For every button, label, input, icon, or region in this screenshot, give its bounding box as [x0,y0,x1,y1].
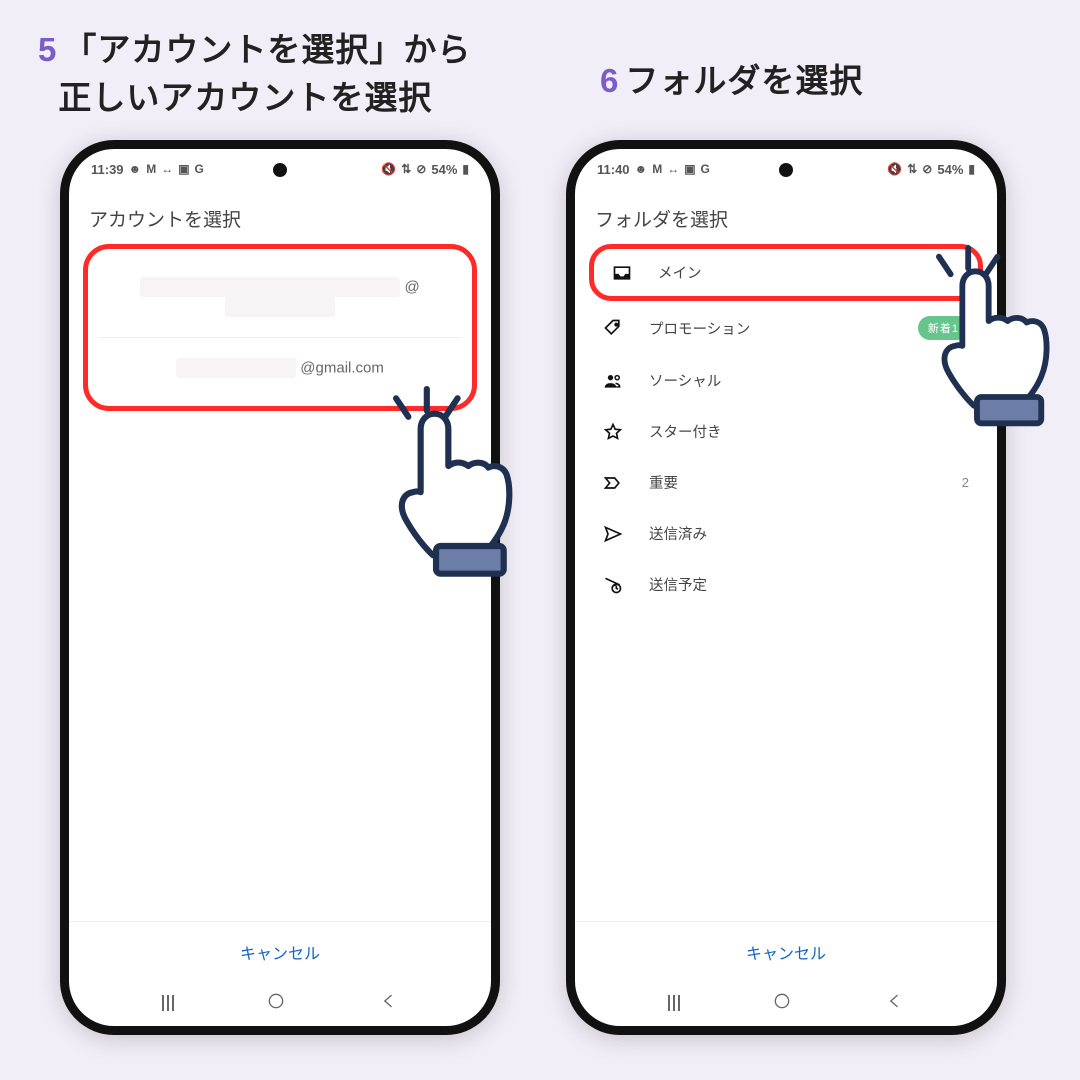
send-icon [603,524,625,544]
phone-frame-step5: 11:39 ☻ M ↔ ▣ G 🔇 ⇅ ⊘ 54% ▮ アカウントを選択 @ @… [60,140,500,1035]
folder-count: 2 [962,475,969,490]
inbox-icon [612,263,634,283]
phone-side-button [497,409,500,504]
account-row[interactable]: @ [98,257,462,338]
folder-starred[interactable]: スター付き [589,406,983,457]
folder-label: 重要 [649,472,938,493]
folder-important[interactable]: 重要 2 [589,457,983,508]
step-6-number: 6 [600,62,619,99]
redacted-email-domain [225,297,335,317]
folder-label: スター付き [649,421,969,442]
silent-icon: 🔇 [381,162,396,176]
redacted-email-prefix [140,277,400,297]
nav-back[interactable] [885,991,905,1016]
step-5-number: 5 [38,31,57,68]
step-5-line2: 正しいアカウントを選択 [58,79,432,116]
status-time: 11:40 [597,162,630,177]
status-bar: 11:40 ☻ M ↔ ▣ G 🔇 ⇅ ⊘ 54% ▮ [575,149,997,189]
people-icon [603,371,625,391]
nodata-icon: ⊘ [416,162,426,176]
folder-social[interactable]: ソーシャル [589,355,983,406]
status-battery: 54% [937,162,963,177]
new-badge: 新着1 [918,316,969,340]
arrow-icon: ↔ [161,162,173,176]
cancel-button[interactable]: キャンセル [69,921,491,964]
cancel-button[interactable]: キャンセル [575,921,997,964]
folder-scheduled[interactable]: 送信予定 [589,559,983,610]
screen-title-select-account: アカウントを選択 [69,189,491,244]
nav-bar [575,980,997,1026]
folder-label: 送信済み [649,523,969,544]
step-5-title: 5「アカウントを選択」から 正しいアカウントを選択 [38,26,471,122]
folder-main[interactable]: メイン [598,249,974,296]
folder-sent[interactable]: 送信済み [589,508,983,559]
step-5-line1: 「アカウントを選択」から [63,31,471,68]
folder-label: メイン [658,262,960,283]
account-list-highlight: @ @gmail.com [83,244,477,411]
phone-side-button [60,409,63,464]
nav-bar [69,980,491,1026]
folder-promotions[interactable]: プロモーション 新着1 [589,301,983,355]
phone-side-button [566,339,569,394]
nav-recents[interactable] [162,995,174,1011]
folder-label: ソーシャル [649,370,969,391]
step-6-text: フォルダを選択 [625,62,863,99]
account-domain: @gmail.com [300,360,384,377]
nodata-icon: ⊘ [922,162,932,176]
image-icon: ▣ [178,162,189,176]
arrow-icon: ↔ [667,162,679,176]
status-time: 11:39 [91,162,124,177]
wifi-icon: ⇅ [401,162,411,176]
status-battery: 54% [431,162,457,177]
important-icon [603,473,625,493]
phone-side-button [60,339,63,394]
phone-side-button [1003,409,1006,504]
battery-icon: ▮ [462,162,469,176]
screen-title-select-folder: フォルダを選択 [575,189,997,244]
tag-icon [603,318,625,338]
step-6-title: 6フォルダを選択 [600,54,863,102]
phone-frame-step6: 11:40 ☻ M ↔ ▣ G 🔇 ⇅ ⊘ 54% ▮ フォルダを選択 メイン [566,140,1006,1035]
star-icon [603,422,625,442]
account-row[interactable]: @gmail.com [98,338,462,398]
gmail-icon: M [652,162,662,176]
silent-icon: 🔇 [887,162,902,176]
google-icon: G [701,162,710,176]
nav-home[interactable] [772,991,792,1016]
nav-home[interactable] [266,991,286,1016]
folder-main-highlight: メイン [589,244,983,301]
image-icon: ▣ [684,162,695,176]
account-at: @ [404,279,419,296]
redacted-email-prefix [176,358,296,378]
schedule-send-icon [603,575,625,595]
folder-label: 送信予定 [649,574,969,595]
gmail-icon: M [146,162,156,176]
status-bar: 11:39 ☻ M ↔ ▣ G 🔇 ⇅ ⊘ 54% ▮ [69,149,491,189]
google-icon: G [195,162,204,176]
battery-icon: ▮ [968,162,975,176]
folder-label: プロモーション [649,318,894,339]
phone-side-button [566,409,569,464]
nav-recents[interactable] [668,995,680,1011]
account-icon: ☻ [129,162,142,176]
wifi-icon: ⇅ [907,162,917,176]
account-icon: ☻ [635,162,648,176]
nav-back[interactable] [379,991,399,1016]
